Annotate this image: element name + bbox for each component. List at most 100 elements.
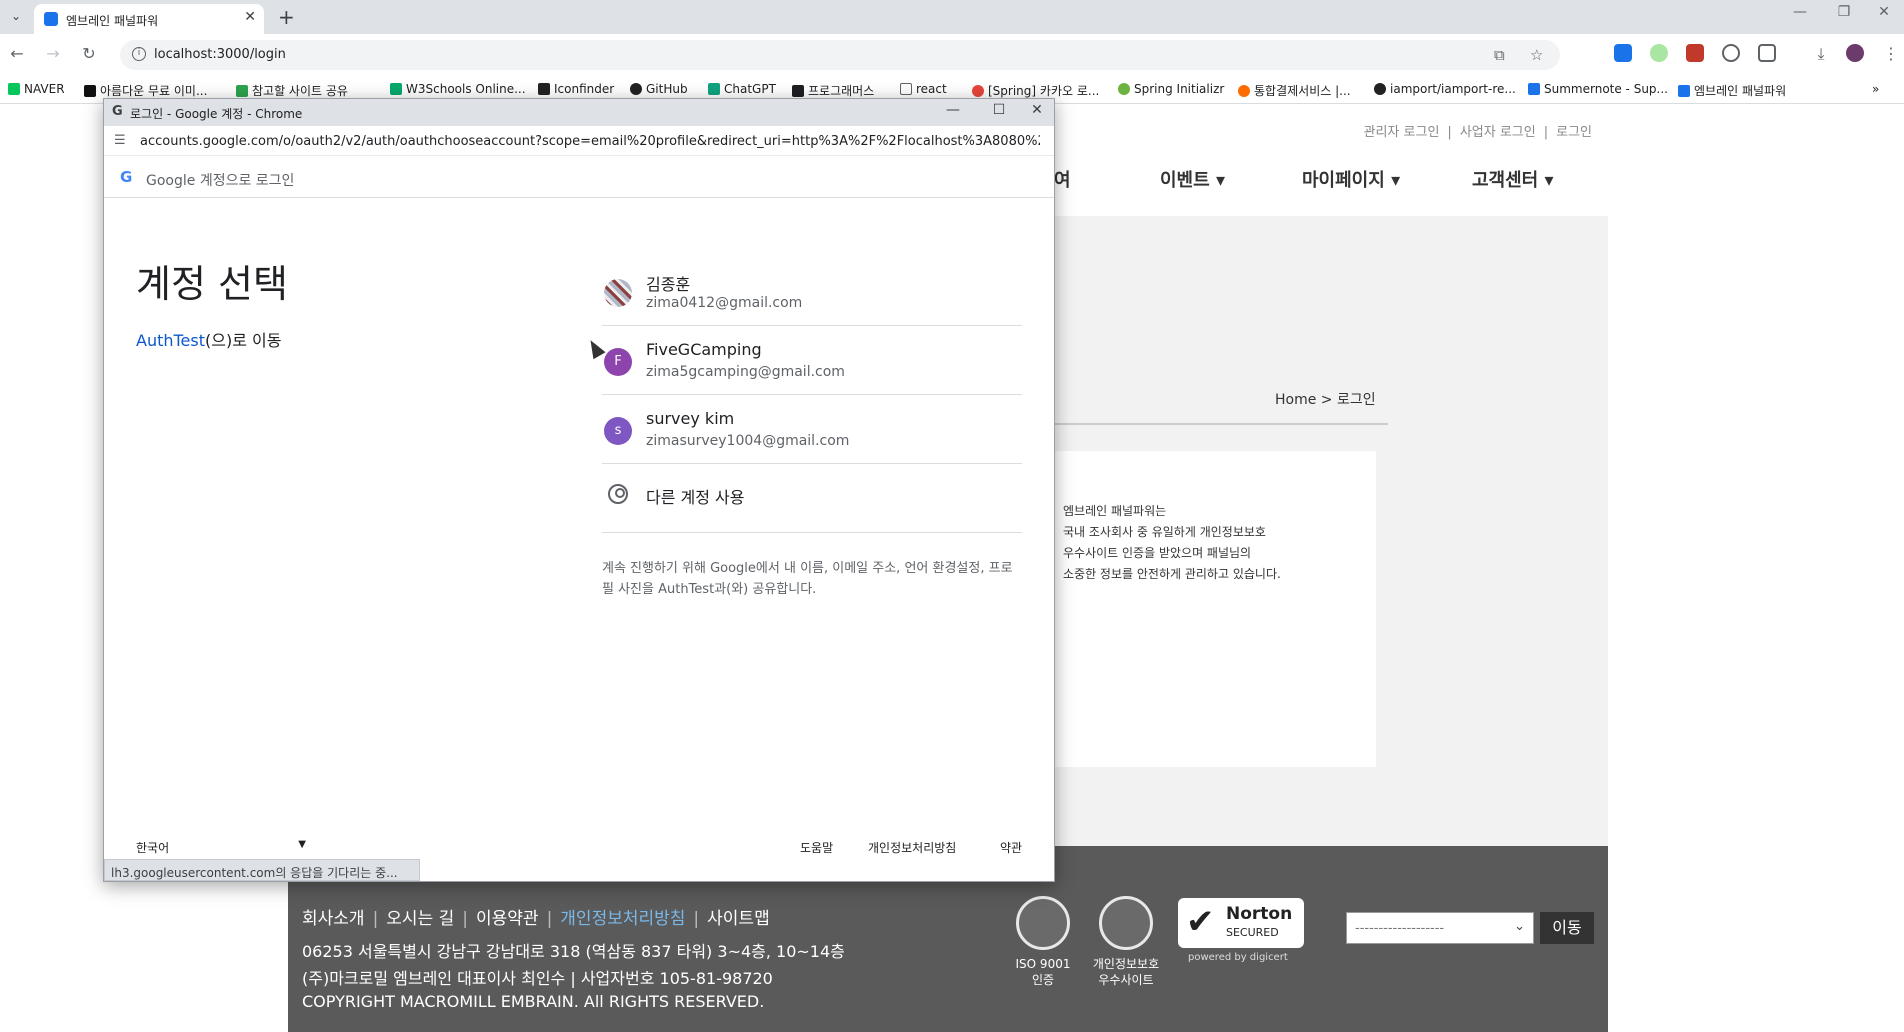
bookmark-item[interactable]: 아름다운 무료 이미... <box>84 82 207 99</box>
more-bookmarks-icon[interactable]: » <box>1872 82 1879 96</box>
breadcrumb: Home > 로그인 <box>1275 392 1376 408</box>
forward-icon[interactable]: → <box>42 44 64 63</box>
bookmark-icon <box>972 85 984 97</box>
footer-address: 06253 서울특별시 강남구 강남대로 318 (역삼동 837 타워) 3~… <box>302 942 845 961</box>
site-settings-icon[interactable]: ☰ <box>114 133 126 148</box>
new-tab-button[interactable]: + <box>278 5 295 29</box>
use-another-account-button[interactable]: 다른 계정 사용 <box>602 464 1022 533</box>
address-bar-url: localhost:3000/login <box>154 47 286 62</box>
norton-secured-badge: ✔ Norton SECURED powered by digicert <box>1178 898 1304 964</box>
extensions-puzzle-icon[interactable] <box>1758 44 1776 62</box>
back-icon[interactable]: ← <box>6 44 28 63</box>
bookmark-item[interactable]: 엠브레인 패널파워 <box>1678 82 1786 99</box>
tab-active[interactable]: 엠브레인 패널파워 ✕ <box>34 4 264 34</box>
account-name: 김종훈 <box>646 275 691 294</box>
bookmark-icon <box>84 85 96 97</box>
extension-icon[interactable] <box>1650 44 1668 62</box>
extension-icon[interactable] <box>1686 44 1704 62</box>
account-item[interactable]: s survey kim zimasurvey1004@gmail.com <box>602 395 1022 464</box>
bookmark-item[interactable]: ChatGPT <box>708 82 776 96</box>
extension-download-icon[interactable] <box>1614 44 1632 62</box>
privacy-badge: 개인정보보호 우수사이트 <box>1078 896 1174 988</box>
bookmark-item[interactable]: W3Schools Online... <box>390 82 526 96</box>
menu-dots-icon[interactable]: ⋮ <box>1880 44 1902 63</box>
tab-title: 엠브레인 패널파워 <box>66 14 159 28</box>
naver-icon <box>8 83 20 95</box>
install-app-icon[interactable]: ⧉ <box>1494 46 1505 64</box>
popup-close-button[interactable]: ✕ <box>1022 102 1052 118</box>
tab-close-icon[interactable]: ✕ <box>244 9 256 25</box>
login-panel <box>1054 451 1376 767</box>
bookmark-star-icon[interactable]: ☆ <box>1530 46 1543 64</box>
browser-toolbar: ← → ↻ i localhost:3000/login ☆ ⧉ ⤓ ⋮ <box>0 34 1904 76</box>
bookmark-item[interactable]: GitHub <box>630 82 688 96</box>
bookmark-item[interactable]: 참고할 사이트 공유 <box>236 82 348 99</box>
google-login-popup: G 로그인 - Google 계정 - Chrome — ☐ ✕ ☰ accou… <box>103 98 1055 882</box>
nav-item-mypage[interactable]: 마이페이지 ▾ <box>1302 166 1400 192</box>
close-window-button[interactable]: ✕ <box>1864 4 1904 20</box>
footer-link-privacy[interactable]: 개인정보처리방침 <box>560 909 685 929</box>
bookmark-item[interactable]: Iconfinder <box>538 82 614 96</box>
language-select[interactable]: 한국어 ▼ <box>136 839 306 856</box>
account-email: zima5gcamping@gmail.com <box>646 364 845 380</box>
footer-links: 회사소개 | 오시는 길 | 이용약관 | 개인정보처리방침 | 사이트맵 <box>302 909 770 929</box>
reload-icon[interactable]: ↻ <box>78 44 100 63</box>
bookmark-icon <box>792 85 804 97</box>
app-name-link[interactable]: AuthTest <box>136 331 205 350</box>
bookmark-item[interactable]: [Spring] 카카오 로... <box>972 82 1099 99</box>
nav-item-events[interactable]: 이벤트 ▾ <box>1160 166 1225 192</box>
go-button[interactable]: 이동 <box>1540 912 1594 944</box>
restore-button[interactable]: ❐ <box>1824 4 1864 20</box>
popup-address-bar[interactable]: ☰ accounts.google.com/o/oauth2/v2/auth/o… <box>104 126 1054 156</box>
bookmark-icon <box>538 83 550 95</box>
profile-avatar[interactable] <box>1846 44 1864 62</box>
tab-search-icon[interactable]: ⌄ <box>6 6 26 26</box>
site-info-icon[interactable]: i <box>132 47 146 61</box>
account-item[interactable]: 김종훈 zima0412@gmail.com <box>602 257 1022 326</box>
family-site-select[interactable]: ------------------- ⌄ <box>1346 912 1534 944</box>
terms-link[interactable]: 약관 <box>1000 839 1022 856</box>
nav-item-support[interactable]: 고객센터 ▾ <box>1472 166 1554 192</box>
popup-minimize-button[interactable]: — <box>938 102 968 118</box>
downloads-icon[interactable]: ⤓ <box>1810 44 1832 64</box>
business-login-link[interactable]: 사업자 로그인 <box>1460 125 1536 140</box>
login-link[interactable]: 로그인 <box>1556 125 1592 140</box>
admin-login-link[interactable]: 관리자 로그인 <box>1364 125 1440 140</box>
chevron-down-icon: ⌄ <box>1514 919 1525 934</box>
footer-link-about[interactable]: 회사소개 <box>302 909 365 929</box>
privacy-link[interactable]: 개인정보처리방침 <box>868 839 956 856</box>
divider <box>1054 423 1388 425</box>
bookmark-icon <box>1528 83 1540 95</box>
minimize-button[interactable]: — <box>1780 4 1820 20</box>
nav-item-partial[interactable]: 여 <box>1054 166 1071 192</box>
bookmark-folder[interactable]: react <box>900 82 947 96</box>
bookmark-item[interactable]: iamport/iamport-re... <box>1374 82 1516 96</box>
footer-link-terms[interactable]: 이용약관 <box>476 909 539 929</box>
bookmark-item[interactable]: 통합결제서비스 |... <box>1238 82 1351 99</box>
account-name: survey kim <box>646 409 735 428</box>
bookmark-icon <box>708 83 720 95</box>
popup-titlebar: G 로그인 - Google 계정 - Chrome — ☐ ✕ <box>104 99 1054 126</box>
extension-icon[interactable] <box>1722 44 1740 62</box>
login-description: 엠브레인 패널파워는 국내 조사회사 중 유일하게 개인정보보호 우수사이트 인… <box>1063 504 1281 581</box>
divider: | <box>1543 125 1549 140</box>
bookmark-icon <box>236 85 248 97</box>
footer-link-directions[interactable]: 오시는 길 <box>386 909 454 929</box>
popup-maximize-button[interactable]: ☐ <box>984 102 1014 118</box>
page-title: 계정 선택 <box>136 262 288 306</box>
continue-to-app: AuthTest(으)로 이동 <box>136 331 282 350</box>
bookmark-item[interactable]: NAVER <box>8 82 65 96</box>
bookmark-item[interactable]: Summernote - Sup... <box>1528 82 1668 96</box>
bookmark-item[interactable]: 프로그래머스 <box>792 82 874 99</box>
address-bar[interactable]: i localhost:3000/login ☆ ⧉ <box>120 40 1560 70</box>
use-another-account-label: 다른 계정 사용 <box>646 488 745 507</box>
iso-seal-icon <box>1016 896 1070 950</box>
account-item[interactable]: F FiveGCamping zima5gcamping@gmail.com <box>602 326 1022 395</box>
bookmark-item[interactable]: Spring Initializr <box>1118 82 1224 96</box>
footer-link-sitemap[interactable]: 사이트맵 <box>707 909 770 929</box>
avatar: s <box>604 417 632 445</box>
github-icon <box>630 83 642 95</box>
bookmark-icon <box>390 83 402 95</box>
help-link[interactable]: 도움말 <box>800 839 833 856</box>
spring-icon <box>1118 83 1130 95</box>
